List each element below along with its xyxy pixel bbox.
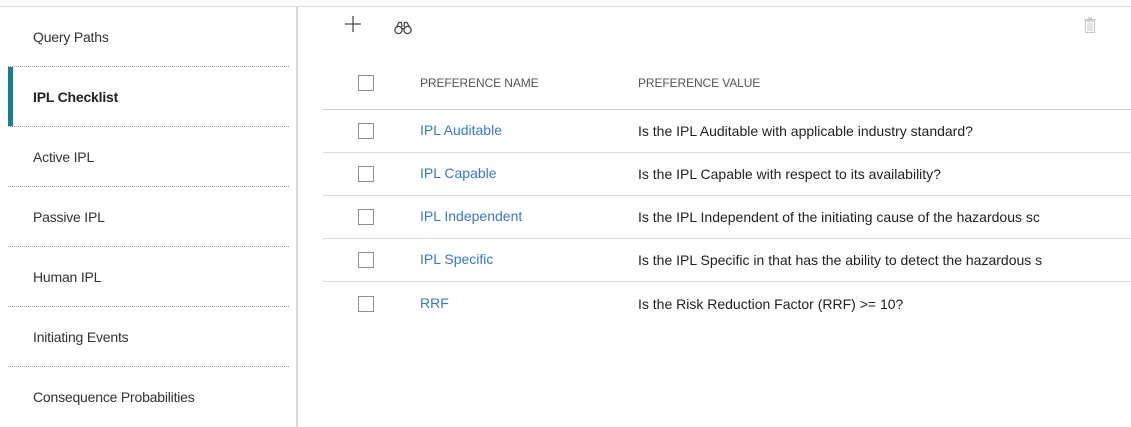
name-cell: IPL Independent [420, 208, 638, 226]
sidebar-item-passive-ipl[interactable]: Passive IPL [8, 187, 289, 247]
binoculars-icon[interactable] [394, 21, 412, 35]
sidebar-item-initiating-events[interactable]: Initiating Events [8, 307, 289, 367]
sidebar-item-ipl-checklist[interactable]: IPL Checklist [8, 67, 289, 127]
column-header-preference-value[interactable]: PREFERENCE VALUE [638, 76, 1131, 90]
table-row: IPL Independent Is the IPL Independent o… [323, 196, 1131, 239]
trash-icon[interactable] [1084, 17, 1096, 33]
sidebar-item-consequence-probabilities[interactable]: Consequence Probabilities [8, 367, 289, 427]
app-window: Query Paths IPL Checklist Active IPL Pas… [0, 0, 1131, 427]
name-cell: IPL Auditable [420, 122, 638, 140]
preference-value: Is the IPL Independent of the initiating… [638, 209, 1040, 225]
sidebar-item-label: Consequence Probabilities [33, 389, 195, 405]
preference-value: Is the IPL Capable with respect to its a… [638, 166, 941, 182]
table-row: IPL Auditable Is the IPL Auditable with … [323, 110, 1131, 153]
preference-value: Is the Risk Reduction Factor (RRF) >= 10… [638, 295, 904, 312]
row-checkbox[interactable] [358, 252, 374, 268]
preference-name-link[interactable]: RRF [420, 295, 449, 311]
table-row: RRF Is the Risk Reduction Factor (RRF) >… [323, 282, 1131, 325]
sidebar-item-human-ipl[interactable]: Human IPL [8, 247, 289, 307]
preference-name-link[interactable]: IPL Auditable [420, 122, 502, 138]
name-cell: RRF [420, 295, 638, 313]
main-content: PREFERENCE NAME PREFERENCE VALUE IPL Aud… [298, 7, 1131, 427]
row-checkbox-cell [323, 252, 420, 268]
name-cell: IPL Specific [420, 251, 638, 269]
row-checkbox-cell [323, 123, 420, 139]
name-cell: IPL Capable [420, 165, 638, 183]
toolbar [298, 7, 1131, 47]
select-all-checkbox[interactable] [358, 75, 374, 91]
row-checkbox-cell [323, 295, 420, 312]
sidebar-item-label: Human IPL [33, 268, 102, 285]
header-checkbox-cell [323, 75, 420, 91]
sidebar-item-label: Query Paths [33, 28, 109, 45]
row-checkbox[interactable] [358, 295, 374, 312]
preference-value: Is the IPL Specific in that has the abil… [638, 252, 1043, 268]
sidebar-item-label: Initiating Events [33, 328, 129, 345]
sidebar-item-label: IPL Checklist [33, 88, 119, 105]
row-checkbox[interactable] [358, 123, 374, 139]
row-checkbox-cell [323, 209, 420, 225]
column-header-preference-name[interactable]: PREFERENCE NAME [420, 76, 638, 90]
sidebar-item-query-paths[interactable]: Query Paths [8, 7, 289, 67]
sidebar-item-label: Passive IPL [33, 208, 105, 225]
preferences-table: PREFERENCE NAME PREFERENCE VALUE IPL Aud… [323, 57, 1131, 325]
sidebar-item-active-ipl[interactable]: Active IPL [8, 127, 289, 187]
row-checkbox[interactable] [358, 209, 374, 225]
row-checkbox[interactable] [358, 166, 374, 182]
sidebar: Query Paths IPL Checklist Active IPL Pas… [0, 7, 298, 427]
row-checkbox-cell [323, 166, 420, 182]
preference-value: Is the IPL Auditable with applicable ind… [638, 123, 973, 139]
preference-name-link[interactable]: IPL Specific [420, 251, 493, 267]
preference-name-link[interactable]: IPL Capable [420, 165, 497, 181]
plus-icon[interactable] [344, 15, 362, 33]
sidebar-item-label: Active IPL [33, 148, 95, 165]
table-header: PREFERENCE NAME PREFERENCE VALUE [323, 57, 1131, 110]
table-row: IPL Specific Is the IPL Specific in that… [323, 239, 1131, 282]
table-row: IPL Capable Is the IPL Capable with resp… [323, 153, 1131, 196]
preference-name-link[interactable]: IPL Independent [420, 208, 522, 224]
